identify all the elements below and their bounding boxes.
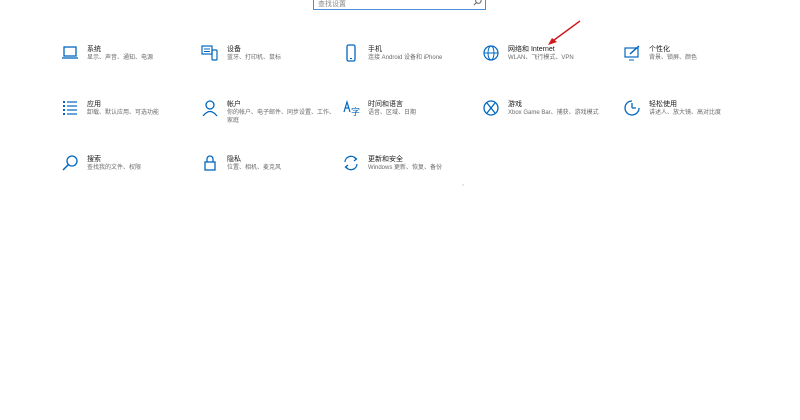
search-icon <box>60 153 80 173</box>
search-placeholder: 查找设置 <box>318 1 346 8</box>
annotation-arrow-icon <box>540 18 584 48</box>
tile-devices[interactable]: 设备 蓝牙、打印机、鼠标 <box>200 43 335 83</box>
search-box-icon <box>473 0 482 6</box>
tile-phone[interactable]: 手机 连接 Android 设备和 iPhone <box>341 43 476 83</box>
tile-desc: Xbox Game Bar、捕获、游戏模式 <box>508 110 599 116</box>
tile-gaming[interactable]: 游戏 Xbox Game Bar、捕获、游戏模式 <box>481 98 616 138</box>
tile-title: 手机 <box>368 46 382 53</box>
tile-desc: 显示、声音、通知、电源 <box>87 55 154 61</box>
tile-desc: 位置、相机、麦克风 <box>227 165 282 171</box>
paint-icon <box>622 43 642 63</box>
tile-title: 隐私 <box>227 156 241 163</box>
tile-title: 时间和语言 <box>368 101 403 108</box>
tile-privacy[interactable]: 隐私 位置、相机、麦克风 <box>200 153 335 193</box>
tile-network[interactable]: 网络和 Internet WLAN、飞行模式、VPN <box>481 43 616 83</box>
search-input[interactable]: 查找设置 <box>313 0 486 10</box>
tile-desc: 蓝牙、打印机、鼠标 <box>227 55 282 61</box>
tile-title: 系统 <box>87 46 101 53</box>
tile-desc: 卸载、默认应用、可选功能 <box>87 110 160 116</box>
tile-accounts[interactable]: 帐户 你的帐户、电子邮件、同步设置、工作、家庭 <box>200 98 335 138</box>
ease-of-access-icon <box>622 98 642 118</box>
tile-apps[interactable]: 应用 卸载、默认应用、可选功能 <box>60 98 195 138</box>
tile-time-language[interactable]: 字 时间和语言 语音、区域、日期 <box>341 98 476 138</box>
tile-desc: 连接 Android 设备和 iPhone <box>368 55 443 61</box>
tile-title: 个性化 <box>649 46 670 53</box>
keyboard-icon <box>200 43 220 63</box>
divider-dot <box>462 184 464 186</box>
tile-personalization[interactable]: 个性化 背景、锁屏、颜色 <box>622 43 757 83</box>
tile-title: 游戏 <box>508 101 522 108</box>
apps-list-icon <box>60 98 80 118</box>
svg-text:字: 字 <box>351 106 360 118</box>
phone-icon <box>341 43 361 63</box>
tile-desc: 语音、区域、日期 <box>368 110 417 116</box>
time-language-icon: 字 <box>341 98 361 118</box>
tile-search[interactable]: 搜索 查找我的文件、权限 <box>60 153 195 193</box>
tile-desc: 背景、锁屏、颜色 <box>649 55 698 61</box>
tile-title: 设备 <box>227 46 241 53</box>
tile-ease-of-access[interactable]: 轻松使用 讲述人、放大镜、高对比度 <box>622 98 757 138</box>
tile-title: 搜索 <box>87 156 101 163</box>
sync-icon <box>341 153 361 173</box>
tile-title: 应用 <box>87 101 101 108</box>
tile-title: 轻松使用 <box>649 101 677 108</box>
tile-desc: 你的帐户、电子邮件、同步设置、工作、家庭 <box>227 110 336 124</box>
tile-update-security[interactable]: 更新和安全 Windows 更新、恢复、备份 <box>341 153 476 193</box>
tile-system[interactable]: 系统 显示、声音、通知、电源 <box>60 43 195 83</box>
lock-icon <box>200 153 220 173</box>
laptop-icon <box>60 43 80 63</box>
tile-desc: Windows 更新、恢复、备份 <box>368 165 443 171</box>
tile-desc: 讲述人、放大镜、高对比度 <box>649 110 722 116</box>
xbox-icon <box>481 98 501 118</box>
tile-title: 帐户 <box>227 101 241 108</box>
tile-title: 更新和安全 <box>368 156 403 163</box>
tile-desc: WLAN、飞行模式、VPN <box>508 55 574 61</box>
tile-desc: 查找我的文件、权限 <box>87 165 142 171</box>
globe-icon <box>481 43 501 63</box>
person-icon <box>200 98 220 118</box>
